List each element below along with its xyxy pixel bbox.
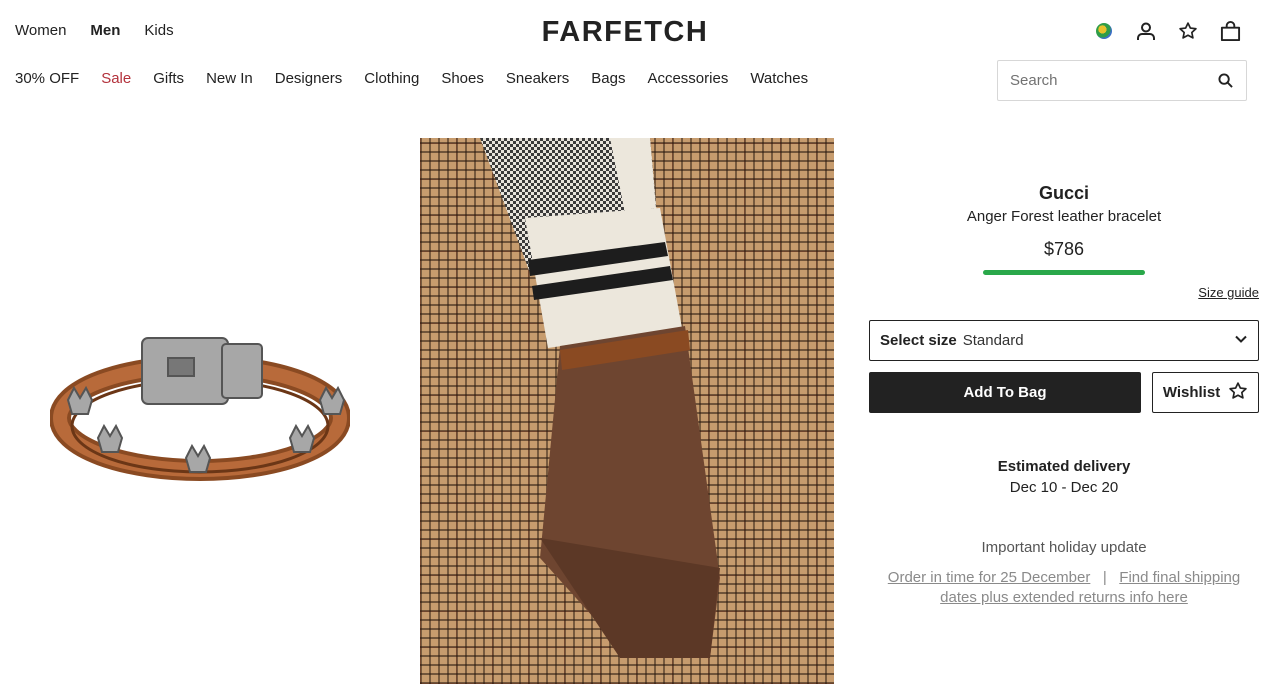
select-size-label: Select size [880,332,957,349]
product-price: $786 [1043,239,1085,259]
search-input[interactable] [1010,72,1216,89]
search-icon[interactable] [1216,72,1234,90]
nav-sneakers[interactable]: Sneakers [506,70,569,87]
product-brand[interactable]: Gucci [869,183,1259,204]
nav-gifts[interactable]: Gifts [153,70,184,87]
nav-sale[interactable]: Sale [101,70,131,87]
wishlist-star-icon[interactable] [1177,20,1199,42]
nav-accessories[interactable]: Accessories [647,70,728,87]
nav-designers[interactable]: Designers [275,70,343,87]
header-icons [1093,20,1241,42]
product-image-bracelet[interactable] [49,300,351,510]
farfetch-logo[interactable]: FARFETCH [0,16,1250,49]
account-icon[interactable] [1135,20,1157,42]
product-image-model[interactable] [420,138,834,684]
delivery-title: Estimated delivery [997,458,1131,475]
estimated-delivery: Estimated delivery Dec 10 - Dec 20 [869,458,1259,496]
nav-bags[interactable]: Bags [591,70,625,87]
holiday-links: Order in time for 25 December | Find fin… [869,568,1259,608]
globe-icon[interactable] [1093,20,1115,42]
nav-new-in[interactable]: New In [206,70,253,87]
wishlist-button[interactable]: Wishlist [1152,372,1259,413]
holiday-link-order-in-time[interactable]: Order in time for 25 December [888,569,1091,586]
nav-clothing[interactable]: Clothing [364,70,419,87]
holiday-update: Important holiday update Order in time f… [869,539,1259,608]
nav-30-off[interactable]: 30% OFF [15,70,79,87]
shopping-bag-icon[interactable] [1219,20,1241,42]
product-info-panel: Gucci Anger Forest leather bracelet $786… [869,183,1259,606]
product-name: Anger Forest leather bracelet [966,208,1162,225]
nav-shoes[interactable]: Shoes [441,70,484,87]
add-to-bag-button[interactable]: Add To Bag [869,372,1141,413]
holiday-separator: | [1102,569,1107,586]
select-size-dropdown[interactable]: Select size Standard [869,320,1259,361]
search-box [997,60,1247,101]
wishlist-label: Wishlist [1162,384,1221,401]
holiday-title: Important holiday update [981,539,1147,556]
price-accent-bar [983,270,1145,275]
delivery-dates: Dec 10 - Dec 20 [1009,479,1119,496]
star-icon [1228,381,1248,405]
size-guide-link[interactable]: Size guide [1198,285,1259,300]
chevron-down-icon [1234,332,1248,350]
category-nav: 30% OFF Sale Gifts New In Designers Clot… [15,70,808,87]
select-size-value: Standard [962,332,1024,349]
nav-watches[interactable]: Watches [750,70,808,87]
